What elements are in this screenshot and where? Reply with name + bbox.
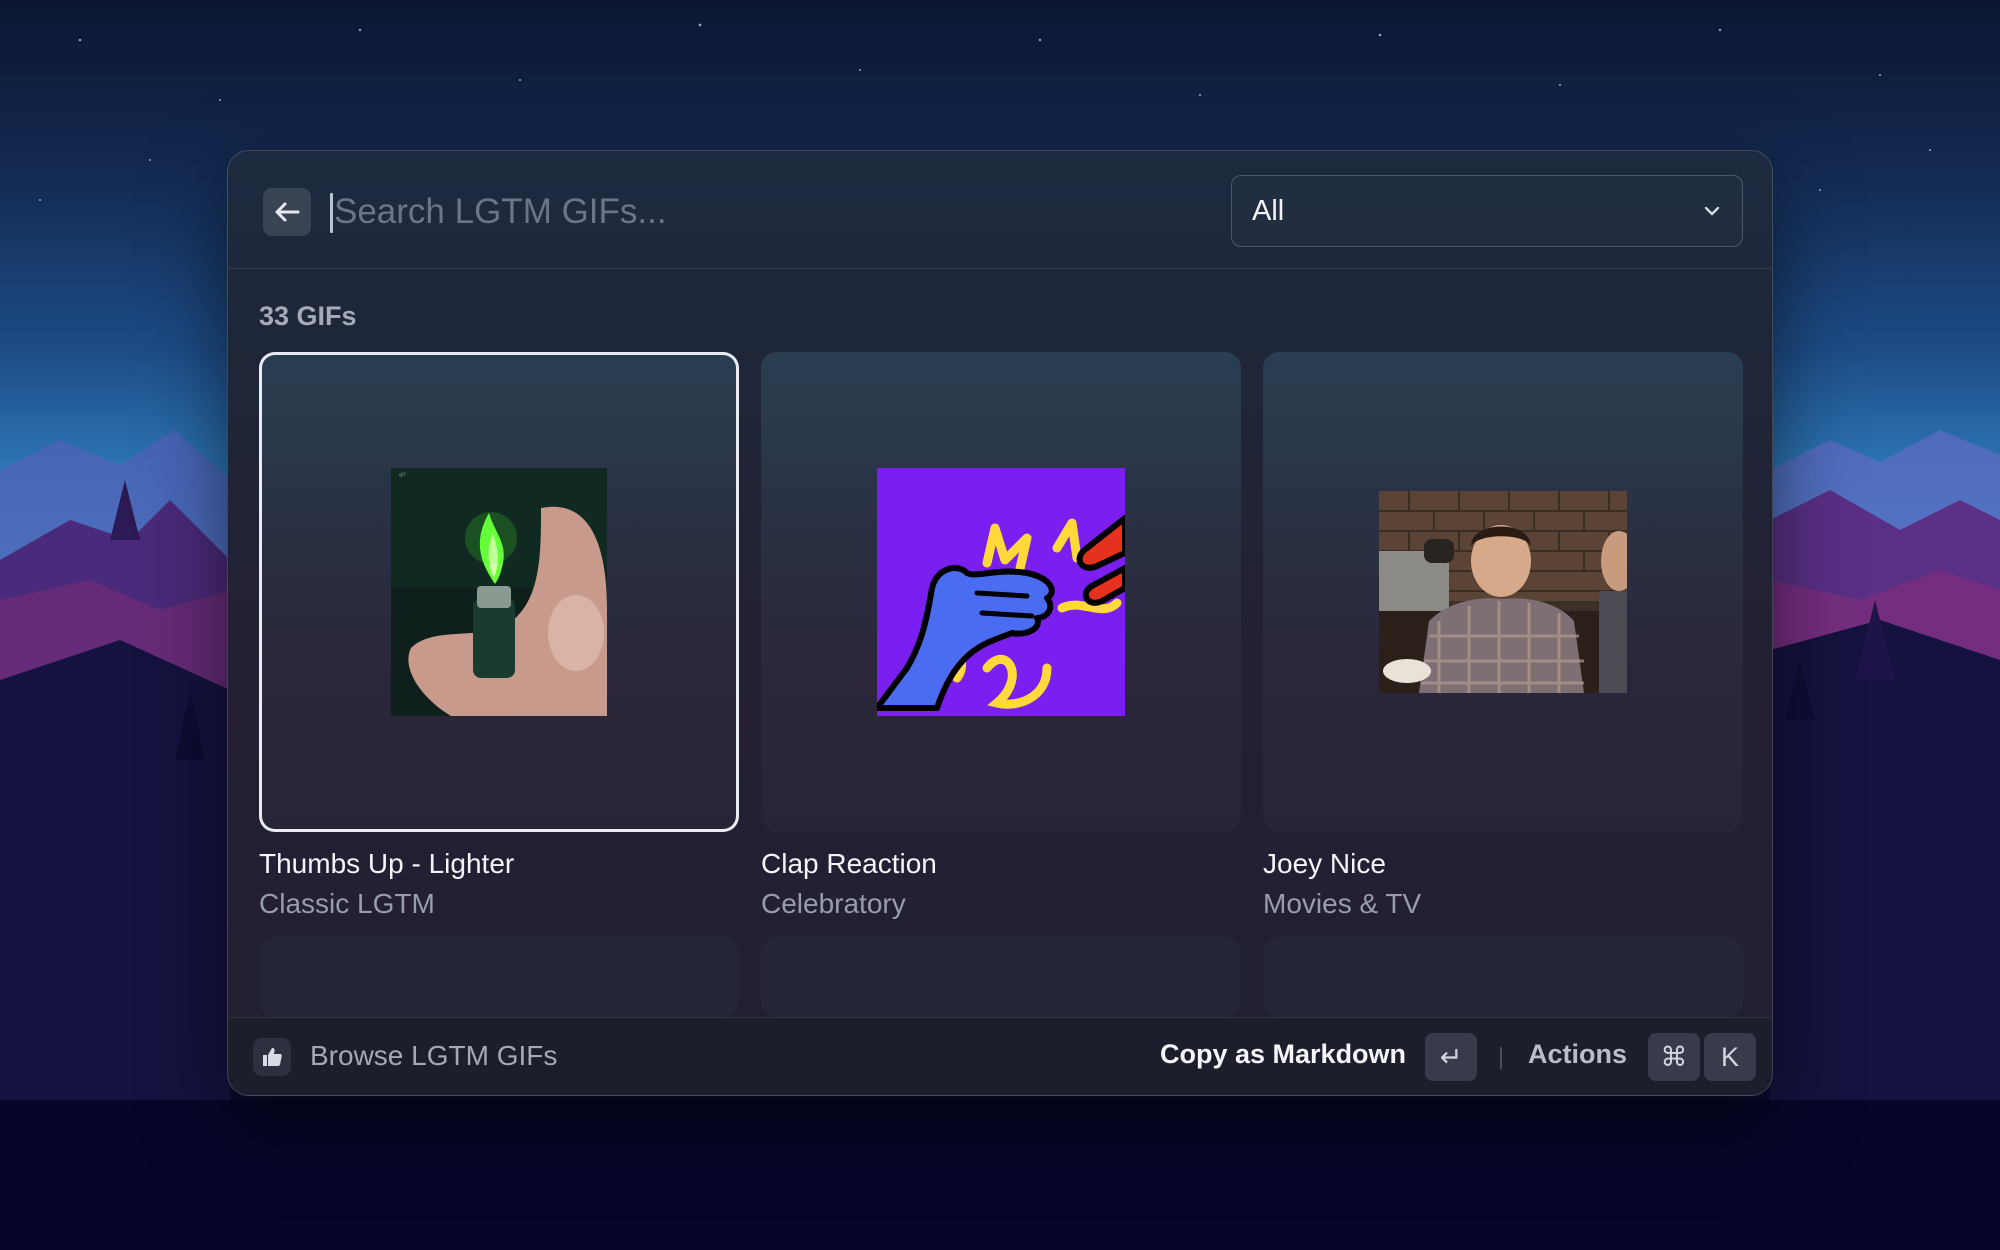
back-button[interactable]: [263, 188, 311, 236]
gif-title: Clap Reaction: [761, 848, 937, 879]
gif-title: Thumbs Up - Lighter: [259, 848, 515, 879]
gif-grid-item[interactable]: Joey Nice Movies & TV: [1263, 352, 1743, 924]
gif-thumbnail-clap: [877, 468, 1125, 716]
gif-thumbnail-lighter: gif: [391, 468, 607, 716]
copy-as-markdown-button[interactable]: Copy as Markdown: [1160, 1039, 1406, 1070]
gif-category: Celebratory: [761, 888, 906, 919]
k-key-icon: K: [1704, 1033, 1756, 1081]
results-count: 33 GIFs: [259, 301, 357, 331]
launcher-window: All 33 GIFs gif: [227, 150, 1773, 1096]
gif-grid-item[interactable]: Clap Reaction Celebratory: [761, 352, 1241, 924]
arrow-left-icon: [275, 202, 300, 222]
thumbs-up-icon: [253, 1038, 291, 1076]
gif-tile-selected[interactable]: gif: [259, 352, 739, 832]
category-filter-dropdown[interactable]: All: [1231, 175, 1743, 247]
actions-button[interactable]: Actions: [1528, 1039, 1627, 1070]
search-input[interactable]: [328, 183, 1128, 241]
gif-category: Classic LGTM: [259, 888, 435, 919]
gif-tile-partial[interactable]: [1263, 937, 1743, 1017]
gif-tile-partial[interactable]: [761, 937, 1241, 1017]
action-divider: [1500, 1047, 1502, 1069]
command-key-icon: ⌘: [1648, 1033, 1700, 1081]
gif-tile[interactable]: [1263, 352, 1743, 832]
gif-title: Joey Nice: [1263, 848, 1386, 879]
gif-thumbnail-joey: [1379, 491, 1627, 693]
gif-grid-item[interactable]: gif Thumbs Up - Lighter Classic LGTM: [259, 352, 739, 924]
enter-key-icon: ↵: [1425, 1033, 1477, 1081]
search-bar: All: [228, 151, 1772, 269]
chevron-down-icon: [1704, 206, 1720, 216]
filter-selected-value: All: [1252, 194, 1285, 227]
gif-tile-partial[interactable]: [259, 937, 739, 1017]
gif-tile[interactable]: [761, 352, 1241, 832]
gif-category: Movies & TV: [1263, 888, 1422, 919]
action-bar: Browse LGTM GIFs Copy as Markdown ↵ Acti…: [228, 1017, 1772, 1095]
command-title: Browse LGTM GIFs: [310, 1040, 558, 1071]
svg-text:gif: gif: [399, 472, 406, 478]
